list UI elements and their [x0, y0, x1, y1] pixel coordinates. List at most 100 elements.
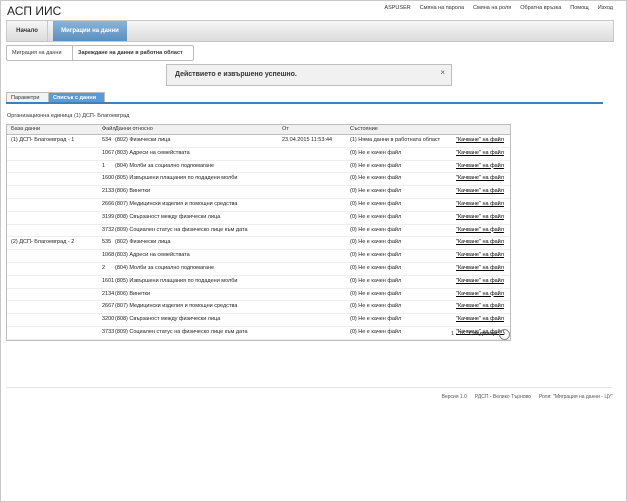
logout-link[interactable]: Изход — [598, 5, 613, 11]
table-row: 2133 (806) Винетки (0) Не е качен файл "Кач… — [7, 186, 510, 199]
table-header: База данни Файл Данни относно От Състоян… — [7, 125, 510, 135]
cell-data: (809) Социален статус на физическо лице … — [115, 328, 248, 335]
header-file: Файл — [102, 126, 116, 132]
cell-data: (808) Свързаност между физически лица — [115, 316, 221, 323]
upload-file-link[interactable]: "Качване" на файл — [456, 276, 504, 288]
table-row: 3200 (808) Свързаност между физически лиц… — [7, 314, 510, 327]
cell-file: 2134 — [102, 290, 115, 297]
cell-file: 3733 — [102, 328, 115, 335]
table-row: 1068 (803) Адреси на семействата (0) Не е … — [7, 250, 510, 263]
cell-base: (2) ДСП- Благоевград - 2 — [11, 239, 75, 246]
breadcrumb-current: Зареждане на данни в работна област — [72, 45, 194, 61]
cell-file: 535 — [102, 239, 112, 246]
table-row: 2666 (807) Медицински изделия и помощни с… — [7, 199, 510, 212]
table-row: 1 (804) Молби за социално подпомагане (0) … — [7, 161, 510, 174]
table-row: 2 (804) Молби за социално подпомагане (0) … — [7, 263, 510, 276]
pager-next-button[interactable]: Следващи — [469, 331, 497, 337]
change-role-link[interactable]: Смяна на роля — [473, 5, 511, 11]
cell-data: (804) Молби за социално подпомагане — [115, 162, 215, 169]
footer: Версия 1.0 РДСП - Велико Търново Роля: "… — [442, 394, 613, 400]
upload-file-link[interactable]: "Качване" на файл — [456, 199, 504, 211]
main-navbar: Начало Миграции на данни — [6, 20, 614, 42]
header-state: Състояние — [350, 126, 378, 132]
cell-file: 2667 — [102, 303, 115, 310]
cell-file: 1068 — [102, 252, 115, 259]
header-data: Данни относно — [115, 126, 153, 132]
cell-state: (0) Не е качен файл — [350, 188, 402, 195]
table-row: (1) ДСП- Благоевград - 1 534 (802) Физичес… — [7, 135, 510, 148]
cell-file: 2 — [102, 264, 106, 271]
cell-data: (803) Адреси на семействата — [115, 252, 190, 259]
app-title: АСП ИИС — [7, 4, 62, 18]
footer-role: Роля: "Миграция на данни - ЦУ" — [538, 394, 613, 400]
cell-file: 2666 — [102, 200, 115, 207]
upload-file-link[interactable]: "Качване" на файл — [456, 212, 504, 224]
cell-data: (803) Адреси на семействата — [115, 149, 190, 156]
upload-file-link[interactable]: "Качване" на файл — [456, 186, 504, 198]
cell-state: (0) Не е качен файл — [350, 290, 402, 297]
upload-file-link[interactable]: "Качване" на файл — [456, 263, 504, 275]
cell-file: 3199 — [102, 213, 115, 220]
footer-divider — [6, 387, 612, 388]
cell-data: (805) Извършени плащания по подадени мол… — [115, 277, 238, 284]
cell-state: (0) Не е качен файл — [350, 277, 402, 284]
success-alert: Действието е извършено успешно. × — [166, 64, 452, 86]
table-row: 1067 (803) Адреси на семействата (0) Не е … — [7, 148, 510, 161]
table-row: 2134 (806) Винетки (0) Не е качен файл "Кач… — [7, 289, 510, 302]
cell-data: (806) Винетки — [115, 188, 151, 195]
cell-file: 534 — [102, 137, 112, 143]
table-row: 1600 (805) Извършени плащания по подадени… — [7, 173, 510, 187]
cell-base: (1) ДСП- Благоевград - 1 — [11, 137, 75, 143]
data-table: База данни Файл Данни относно От Състоян… — [6, 124, 511, 341]
upload-file-link[interactable]: "Качване" на файл — [456, 237, 504, 249]
user-link[interactable]: ASPUSER — [384, 5, 410, 11]
upload-file-link[interactable]: "Качване" на файл — [456, 173, 504, 185]
table-row: 2667 (807) Медицински изделия и помощни с… — [7, 301, 510, 315]
upload-file-link[interactable]: "Качване" на файл — [456, 301, 504, 313]
cell-data: (808) Свързаност между физически лица — [115, 213, 221, 220]
cell-data: (804) Молби за социално подпомагане — [115, 264, 215, 271]
cell-file: 1601 — [102, 277, 115, 284]
upload-file-link[interactable]: "Качване" на файл — [456, 148, 504, 160]
org-unit-label: Организационна единица (1) ДСП- Благоевг… — [7, 113, 130, 119]
upload-file-link[interactable]: "Качване" на файл — [456, 289, 504, 301]
cell-data: (802) Физически лица — [115, 239, 171, 246]
table-row: 1601 (805) Извършени плащания по подадени… — [7, 276, 510, 289]
cell-file: 1067 — [102, 149, 115, 156]
feedback-link[interactable]: Обратна връзка — [520, 5, 561, 11]
change-password-link[interactable]: Смяна на парола — [420, 5, 464, 11]
upload-file-link[interactable]: "Качване" на файл — [456, 135, 504, 147]
top-links: ASPUSER Смяна на парола Смяна на роля Об… — [384, 5, 613, 11]
upload-file-link[interactable]: "Качване" на файл — [456, 250, 504, 262]
cell-state: (0) Не е качен файл — [350, 213, 402, 220]
cell-file: 1600 — [102, 175, 115, 182]
header-base: База данни — [11, 126, 41, 132]
cell-data: (805) Извършени плащания по подадени мол… — [115, 175, 238, 182]
arrow-right-icon[interactable]: › — [499, 329, 510, 340]
cell-data: (806) Винетки — [115, 290, 151, 297]
upload-file-link[interactable]: "Качване" на файл — [456, 161, 504, 173]
cell-data: (807) Медицински изделия и помощни средс… — [115, 200, 238, 207]
header-from: От — [282, 126, 289, 132]
nav-migration[interactable]: Миграции на данни — [53, 21, 127, 41]
table-row: 3733 (809) Социален статус на физическо л… — [7, 327, 510, 340]
cell-file: 3732 — [102, 226, 115, 233]
cell-data: (802) Физически лица — [115, 137, 171, 143]
cell-file: 2133 — [102, 188, 115, 195]
table-body: (1) ДСП- Благоевград - 1 534 (802) Физичес… — [7, 135, 510, 340]
cell-state: (0) Не е качен файл — [350, 328, 402, 335]
breadcrumb-migration[interactable]: Миграция на данни — [6, 45, 80, 61]
cell-state: (0) Не е качен файл — [350, 316, 402, 323]
cell-state: (0) Не е качен файл — [350, 175, 402, 182]
upload-file-link[interactable]: "Качване" на файл — [456, 314, 504, 326]
upload-file-link[interactable]: "Качване" на файл — [456, 225, 504, 237]
help-link[interactable]: Помощ — [570, 5, 588, 11]
cell-state: (0) Не е качен файл — [350, 149, 402, 156]
nav-home[interactable]: Начало — [7, 21, 48, 41]
cell-file: 1 — [102, 162, 106, 169]
table-row: 3199 (808) Свързаност между физически лиц… — [7, 212, 510, 225]
cell-state: (0) Не е качен файл — [350, 252, 402, 259]
cell-state: (1) Няма данни в работната област — [350, 137, 441, 143]
table-row: (2) ДСП- Благоевград - 2 535 (802) Физичес… — [7, 237, 510, 251]
close-icon[interactable]: × — [440, 68, 445, 77]
